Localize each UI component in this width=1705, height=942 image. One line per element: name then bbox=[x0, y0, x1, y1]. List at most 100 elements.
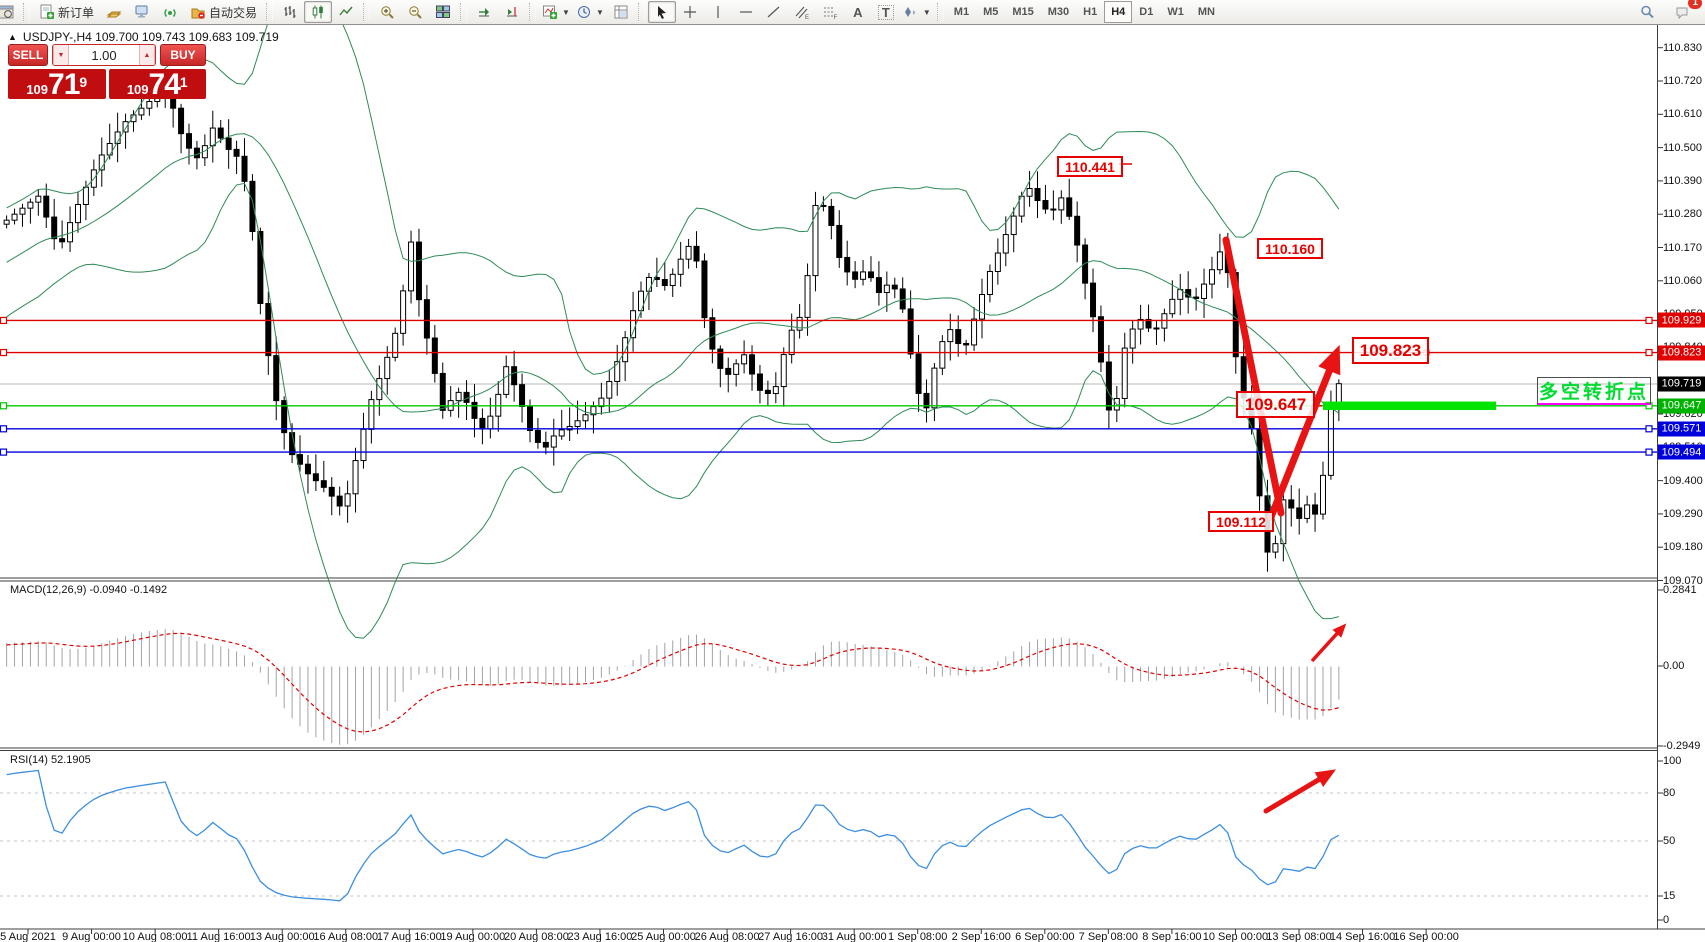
chart-window-icon[interactable] bbox=[0, 1, 20, 23]
turning-point-label[interactable]: 多空转折点 bbox=[1537, 377, 1651, 405]
vertical-line-tool-button[interactable] bbox=[704, 1, 732, 23]
price-annotation-109.647[interactable]: 109.647 bbox=[1236, 391, 1315, 418]
timeframe-toolbar: M1M5M15M30H1H4D1W1MN bbox=[947, 1, 1222, 23]
horizontal-line-tool-button[interactable] bbox=[732, 1, 760, 23]
notification-badge: 1 bbox=[1688, 0, 1702, 9]
terminal-icon[interactable] bbox=[128, 1, 156, 23]
dropdown-caret-icon: ▼ bbox=[562, 8, 570, 17]
timeframe-button-MN[interactable]: MN bbox=[1191, 1, 1222, 23]
arrows-tool-button[interactable]: ▼ bbox=[900, 1, 934, 23]
time-axis-label: 10 Sep 00:00 bbox=[1203, 931, 1268, 942]
time-axis-label: 23 Aug 16:00 bbox=[568, 931, 633, 942]
text-label-tool-button[interactable]: T bbox=[872, 1, 900, 23]
macd-tick-label: -0.2949 bbox=[1663, 740, 1700, 752]
price-annotation-109.823[interactable]: 109.823 bbox=[1352, 337, 1429, 364]
hline-handle[interactable] bbox=[1, 426, 7, 432]
auto-scroll-icon[interactable] bbox=[470, 1, 498, 23]
time-axis-label: 25 Aug 00:00 bbox=[631, 931, 696, 942]
price-tick-label: 109.400 bbox=[1663, 475, 1703, 487]
macd-label: MACD(12,26,9) -0.0940 -0.1492 bbox=[10, 584, 167, 596]
auto-trading-button[interactable]: 自动交易 bbox=[184, 1, 263, 23]
sell-price-display[interactable]: 109 71 9 bbox=[8, 69, 106, 99]
toolbar-separator bbox=[937, 3, 944, 21]
price-annotation-110.441[interactable]: 110.441 bbox=[1057, 156, 1123, 177]
auto-trading-label: 自动交易 bbox=[209, 4, 257, 21]
timeframe-button-H4[interactable]: H4 bbox=[1104, 1, 1132, 23]
hline-handle[interactable] bbox=[1, 449, 7, 455]
fibonacci-tool-button[interactable]: F bbox=[816, 1, 844, 23]
volume-field[interactable]: 1.00 bbox=[69, 45, 139, 65]
price-annotation-110.160[interactable]: 110.160 bbox=[1257, 238, 1323, 259]
templates-icon[interactable] bbox=[607, 1, 635, 23]
text-tool-button[interactable]: A bbox=[844, 1, 872, 23]
crosshair-tool-button[interactable] bbox=[676, 1, 704, 23]
trend-arrow-down[interactable] bbox=[1226, 240, 1281, 513]
timeframe-button-W1[interactable]: W1 bbox=[1160, 1, 1191, 23]
rsi-tick-label: 0 bbox=[1663, 914, 1669, 926]
history-center-icon[interactable] bbox=[100, 1, 128, 23]
zoom-out-icon[interactable] bbox=[401, 1, 429, 23]
support-zone-band[interactable] bbox=[1323, 402, 1496, 411]
new-order-label: 新订单 bbox=[58, 4, 94, 21]
price-tick-label: 110.500 bbox=[1663, 142, 1702, 154]
periods-menu-button[interactable]: ▼ bbox=[573, 1, 607, 23]
hline-handle[interactable] bbox=[1646, 426, 1652, 432]
new-order-button[interactable]: 新订单 bbox=[33, 1, 100, 23]
main-chart-canvas[interactable] bbox=[0, 0, 1705, 942]
line-chart-type-icon[interactable] bbox=[332, 1, 360, 23]
text-tool-label: A bbox=[853, 6, 862, 19]
hline-handle[interactable] bbox=[1646, 449, 1652, 455]
timeframe-button-M5[interactable]: M5 bbox=[976, 1, 1005, 23]
candlestick-chart-type-icon[interactable] bbox=[304, 1, 332, 23]
search-icon[interactable] bbox=[1633, 1, 1661, 23]
time-axis-label: 11 Aug 16:00 bbox=[187, 931, 251, 942]
equidistant-channel-tool-button[interactable]: E bbox=[788, 1, 816, 23]
time-axis-label: 7 Sep 08:00 bbox=[1079, 931, 1138, 942]
time-axis-label: 27 Aug 16:00 bbox=[758, 931, 823, 942]
macd-tick-label: 0.00 bbox=[1663, 660, 1684, 672]
timeframe-button-M30[interactable]: M30 bbox=[1041, 1, 1076, 23]
buy-price-display[interactable]: 109 74 1 bbox=[109, 69, 207, 99]
price-tick-label: 110.830 bbox=[1663, 42, 1702, 54]
volume-increase-button[interactable]: ▲ bbox=[139, 45, 155, 65]
price-tag-109.929: 109.929 bbox=[1658, 313, 1705, 328]
time-axis-label: 10 Aug 08:00 bbox=[123, 931, 188, 942]
price-tag-109.494: 109.494 bbox=[1658, 445, 1705, 460]
channel-sub-label: E bbox=[805, 15, 809, 20]
buy-button[interactable]: BUY bbox=[160, 44, 206, 66]
rsi-tick-label: 50 bbox=[1663, 835, 1675, 847]
time-axis-label: 1 Sep 08:00 bbox=[888, 931, 947, 942]
trend-arrow-up[interactable] bbox=[1271, 354, 1336, 517]
tile-windows-icon[interactable] bbox=[429, 1, 457, 23]
hline-handle[interactable] bbox=[1, 350, 7, 356]
time-axis-label: 14 Sep 16:00 bbox=[1330, 931, 1395, 942]
hline-handle[interactable] bbox=[1646, 350, 1652, 356]
trendline-tool-button[interactable] bbox=[760, 1, 788, 23]
toolbar: 新订单 自动交易 bbox=[0, 0, 1705, 25]
sell-price-sup: 9 bbox=[79, 69, 87, 95]
rsi-tick-label: 100 bbox=[1663, 755, 1681, 767]
notifications-button[interactable]: 1 bbox=[1669, 1, 1697, 23]
sell-button[interactable]: SELL bbox=[8, 44, 48, 66]
timeframe-button-M15[interactable]: M15 bbox=[1005, 1, 1040, 23]
zoom-in-icon[interactable] bbox=[373, 1, 401, 23]
volume-decrease-button[interactable]: ▼ bbox=[53, 45, 69, 65]
timeframe-button-D1[interactable]: D1 bbox=[1132, 1, 1160, 23]
macd-arrow-up[interactable] bbox=[1312, 627, 1343, 661]
price-annotation-109.112[interactable]: 109.112 bbox=[1208, 511, 1274, 532]
chart-shift-icon[interactable] bbox=[498, 1, 526, 23]
hline-handle[interactable] bbox=[1646, 317, 1652, 323]
timeframe-button-M1[interactable]: M1 bbox=[947, 1, 976, 23]
one-click-toggle-icon[interactable]: ▲ bbox=[8, 32, 17, 42]
volume-stepper: ▼ 1.00 ▲ bbox=[52, 44, 156, 66]
signals-icon[interactable] bbox=[156, 1, 184, 23]
price-tag-109.823: 109.823 bbox=[1658, 345, 1705, 360]
bar-chart-type-icon[interactable] bbox=[276, 1, 304, 23]
hline-handle[interactable] bbox=[1, 317, 7, 323]
hline-handle[interactable] bbox=[1, 403, 7, 409]
rsi-tick-label: 80 bbox=[1663, 787, 1675, 799]
indicators-menu-button[interactable]: ▼ bbox=[539, 1, 573, 23]
timeframe-button-H1[interactable]: H1 bbox=[1076, 1, 1104, 23]
cursor-tool-button[interactable] bbox=[648, 1, 676, 23]
rsi-arrow-up[interactable] bbox=[1266, 773, 1330, 811]
